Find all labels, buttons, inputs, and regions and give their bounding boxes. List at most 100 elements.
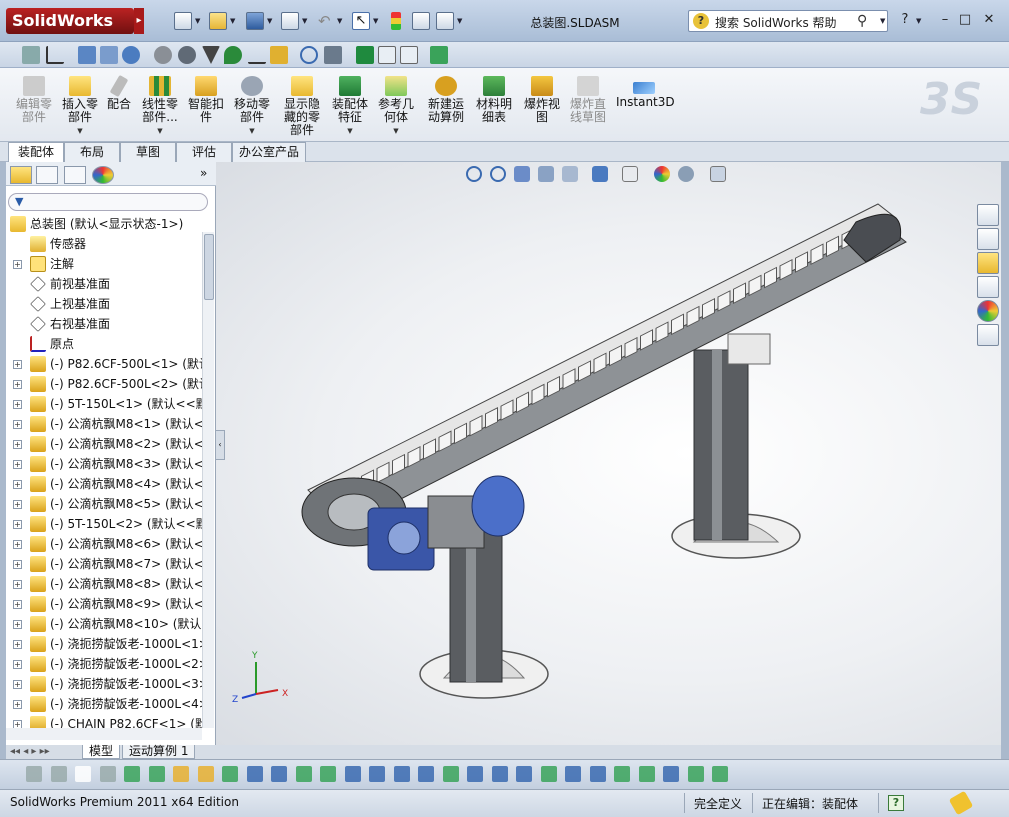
selection-filter-icon[interactable] bbox=[246, 766, 263, 782]
tab-scroll-arrows-icon[interactable]: ◂◂ ◂ ▸ ▸▸ bbox=[10, 746, 50, 757]
chevron-down-icon[interactable]: ▼ bbox=[195, 17, 201, 25]
selection-filter-icon[interactable] bbox=[320, 766, 336, 782]
document-icon[interactable] bbox=[378, 46, 396, 64]
tree-vertical-scrollbar[interactable] bbox=[202, 232, 214, 728]
tree-horizontal-scrollbar[interactable] bbox=[6, 728, 202, 740]
insert-component-button[interactable]: 插入零 部件 ▼ bbox=[58, 76, 102, 138]
tree-item[interactable]: + (-) 公滴杭飘M8<9> (默认< bbox=[6, 594, 202, 614]
tree-item[interactable]: + (-) 浇扼捞靛饭老-1000L<4> bbox=[6, 694, 202, 714]
selection-filter-icon[interactable] bbox=[565, 766, 581, 782]
help-icon[interactable]: ? bbox=[896, 12, 914, 28]
expand-icon[interactable]: + bbox=[13, 580, 22, 589]
rebuild-traffic-light-icon[interactable] bbox=[391, 12, 401, 30]
custom-properties-icon[interactable] bbox=[977, 324, 999, 346]
expand-icon[interactable]: + bbox=[13, 640, 22, 649]
tree-item[interactable]: + (-) 公滴杭飘M8<3> (默认< bbox=[6, 454, 202, 474]
tab-motion-study[interactable]: 运动算例 1 bbox=[122, 745, 196, 759]
view-palette-icon[interactable] bbox=[977, 276, 999, 298]
expand-icon[interactable]: + bbox=[13, 460, 22, 469]
chevron-down-icon[interactable]: ▼ bbox=[138, 125, 182, 138]
expand-icon[interactable]: + bbox=[13, 620, 22, 629]
selection-filter-icon[interactable] bbox=[687, 766, 704, 782]
selection-filter-icon[interactable] bbox=[491, 766, 508, 782]
selection-filter-icon[interactable] bbox=[75, 766, 91, 782]
instant3d-button[interactable]: Instant3D bbox=[616, 76, 675, 109]
expand-icon[interactable]: + bbox=[13, 380, 22, 389]
assembly-features-button[interactable]: 装配体 特征 ▼ bbox=[328, 76, 372, 138]
chevron-down-icon[interactable]: ▼ bbox=[328, 125, 372, 138]
solidworks-logo[interactable]: SolidWorks bbox=[6, 8, 134, 34]
restore-icon[interactable]: □ bbox=[956, 12, 974, 28]
globe-icon[interactable] bbox=[122, 46, 140, 64]
chevron-down-icon[interactable]: ▼ bbox=[58, 125, 102, 138]
selection-filter-icon[interactable] bbox=[516, 766, 532, 782]
select-pointer-icon[interactable]: ↖ bbox=[352, 12, 370, 30]
location-pin-icon[interactable] bbox=[224, 46, 242, 64]
save-icon[interactable] bbox=[246, 12, 264, 30]
selection-filter-icon[interactable] bbox=[442, 766, 459, 782]
selection-filter-icon[interactable] bbox=[614, 766, 630, 782]
smart-fasteners-button[interactable]: 智能扣 件 bbox=[184, 76, 228, 124]
selection-filter-icon[interactable] bbox=[124, 766, 140, 782]
tree-item[interactable]: 右视基准面 bbox=[6, 314, 202, 334]
assembly-icon[interactable] bbox=[100, 46, 118, 64]
gear-icon[interactable] bbox=[178, 46, 196, 64]
tree-item[interactable]: + (-) CHAIN P82.6CF<1> (默 bbox=[6, 714, 202, 728]
linear-pattern-button[interactable]: 线性零 部件... ▼ bbox=[138, 76, 182, 138]
exploded-view-button[interactable]: 爆炸视 图 bbox=[520, 76, 564, 124]
expand-icon[interactable]: + bbox=[13, 560, 22, 569]
minimize-icon[interactable]: – bbox=[936, 12, 954, 28]
spreadsheet-icon[interactable] bbox=[430, 46, 448, 64]
tree-item[interactable]: + (-) 公滴杭飘M8<8> (默认< bbox=[6, 574, 202, 594]
tree-item[interactable]: + (-) 5T-150L<1> (默认<<默 bbox=[6, 394, 202, 414]
move-component-button[interactable]: 移动零 部件 ▼ bbox=[230, 76, 274, 138]
tab-evaluate[interactable]: 评估 bbox=[176, 142, 232, 162]
selection-filter-icon[interactable] bbox=[148, 766, 165, 782]
selection-filter-icon[interactable] bbox=[271, 766, 287, 782]
mate-button[interactable]: 配合 bbox=[104, 74, 134, 111]
bill-of-materials-button[interactable]: 材料明 细表 bbox=[472, 76, 516, 124]
tab-sketch[interactable]: 草图 bbox=[120, 142, 176, 162]
selection-filter-icon[interactable] bbox=[173, 766, 189, 782]
close-icon[interactable]: ✕ bbox=[980, 12, 998, 28]
expand-icon[interactable]: + bbox=[13, 680, 22, 689]
reference-geometry-button[interactable]: 参考几 何体 ▼ bbox=[374, 76, 418, 138]
selection-filter-icon[interactable] bbox=[589, 766, 606, 782]
chevron-down-icon[interactable]: ▼ bbox=[230, 125, 274, 138]
tree-root[interactable]: 总装图 (默认<显示状态-1>) bbox=[6, 214, 202, 234]
tree-item[interactable]: 原点 bbox=[6, 334, 202, 354]
options-icon[interactable] bbox=[436, 12, 454, 30]
expand-icon[interactable]: + bbox=[13, 660, 22, 669]
selection-filter-icon[interactable] bbox=[99, 766, 116, 782]
appearances-icon[interactable] bbox=[977, 300, 999, 322]
tree-item[interactable]: 前视基准面 bbox=[6, 274, 202, 294]
selection-filter-icon[interactable] bbox=[222, 766, 238, 782]
selection-filter-icon[interactable] bbox=[26, 766, 42, 782]
property-manager-tab-icon[interactable] bbox=[36, 166, 58, 184]
new-document-icon[interactable] bbox=[174, 12, 192, 30]
tag-icon[interactable] bbox=[948, 790, 974, 816]
selection-filter-icon[interactable] bbox=[344, 766, 361, 782]
logo-menu-arrow-icon[interactable]: ▸ bbox=[134, 8, 144, 34]
dimension-icon[interactable] bbox=[46, 46, 64, 64]
expand-icon[interactable]: + bbox=[13, 540, 22, 549]
tree-item[interactable]: + (-) 5T-150L<2> (默认<<默 bbox=[6, 514, 202, 534]
configuration-manager-tab-icon[interactable] bbox=[64, 166, 86, 184]
tree-item[interactable]: + (-) 浇扼捞靛饭老-1000L<1> bbox=[6, 634, 202, 654]
cross-icon[interactable] bbox=[270, 46, 288, 64]
document-star-icon[interactable] bbox=[400, 46, 418, 64]
tree-item[interactable]: 传感器 bbox=[6, 234, 202, 254]
explode-line-sketch-button[interactable]: 爆炸直 线草图 bbox=[566, 76, 610, 124]
expand-icon[interactable]: + bbox=[13, 400, 22, 409]
scrollbar-thumb[interactable] bbox=[204, 234, 214, 300]
tree-item[interactable]: + (-) P82.6CF-500L<1> (默认 bbox=[6, 354, 202, 374]
excel-icon[interactable] bbox=[356, 46, 374, 64]
expand-icon[interactable]: + bbox=[13, 600, 22, 609]
print-icon[interactable] bbox=[281, 12, 299, 30]
chevron-down-icon[interactable]: ▼ bbox=[374, 125, 418, 138]
edit-component-button[interactable]: 编辑零 部件 bbox=[12, 76, 56, 124]
selection-filter-icon[interactable] bbox=[295, 766, 312, 782]
tree-item[interactable]: + (-) 公滴杭飘M8<6> (默认< bbox=[6, 534, 202, 554]
open-folder-icon[interactable] bbox=[209, 12, 227, 30]
expand-icon[interactable]: + bbox=[13, 360, 22, 369]
